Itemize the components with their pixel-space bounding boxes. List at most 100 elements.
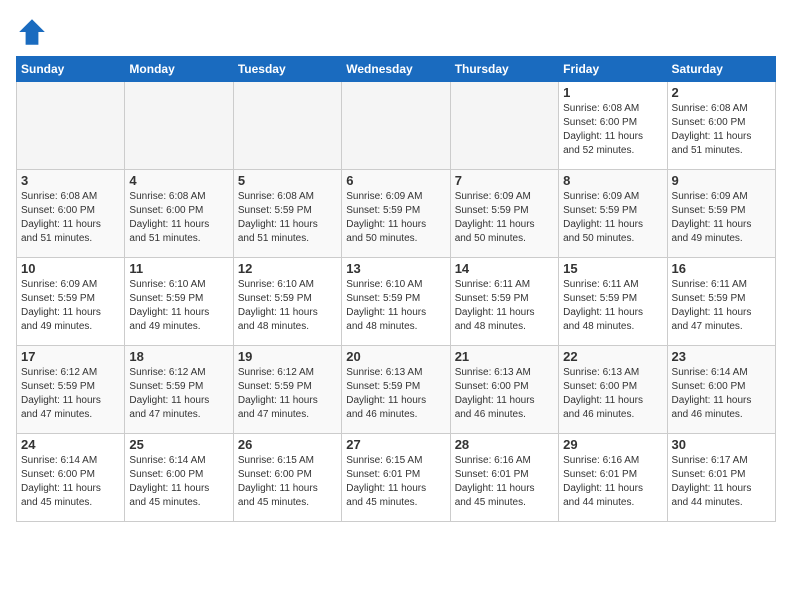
day-number: 26	[238, 437, 337, 452]
day-info: Sunrise: 6:15 AM Sunset: 6:00 PM Dayligh…	[238, 454, 337, 510]
day-info: Sunrise: 6:09 AM Sunset: 5:59 PM Dayligh…	[672, 190, 771, 246]
calendar-day	[125, 82, 233, 170]
day-number: 20	[346, 349, 445, 364]
calendar-day: 28 Sunrise: 6:16 AM Sunset: 6:01 PM Dayli…	[450, 434, 558, 522]
calendar-header-monday: Monday	[125, 57, 233, 82]
day-number: 23	[672, 349, 771, 364]
logo	[16, 16, 52, 48]
calendar-week-3: 10 Sunrise: 6:09 AM Sunset: 5:59 PM Dayli…	[17, 258, 776, 346]
calendar-header-sunday: Sunday	[17, 57, 125, 82]
calendar-day: 10 Sunrise: 6:09 AM Sunset: 5:59 PM Dayli…	[17, 258, 125, 346]
calendar-day: 24Sunrise: 6:14 AM Sunset: 6:00 PM Dayli…	[17, 434, 125, 522]
day-number: 2	[672, 85, 771, 100]
day-info: Sunrise: 6:15 AM Sunset: 6:01 PM Dayligh…	[346, 454, 445, 510]
day-info: Sunrise: 6:11 AM Sunset: 5:59 PM Dayligh…	[563, 278, 662, 334]
calendar-day: 30 Sunrise: 6:17 AM Sunset: 6:01 PM Dayli…	[667, 434, 775, 522]
calendar-week-5: 24Sunrise: 6:14 AM Sunset: 6:00 PM Dayli…	[17, 434, 776, 522]
day-number: 27	[346, 437, 445, 452]
calendar-header-thursday: Thursday	[450, 57, 558, 82]
calendar-day: 5 Sunrise: 6:08 AM Sunset: 5:59 PM Daylig…	[233, 170, 341, 258]
day-number: 17	[21, 349, 120, 364]
page-header	[16, 16, 776, 48]
day-number: 10	[21, 261, 120, 276]
calendar-header-saturday: Saturday	[667, 57, 775, 82]
calendar-day: 22 Sunrise: 6:13 AM Sunset: 6:00 PM Dayli…	[559, 346, 667, 434]
logo-icon	[16, 16, 48, 48]
calendar-day: 27 Sunrise: 6:15 AM Sunset: 6:01 PM Dayli…	[342, 434, 450, 522]
day-number: 25	[129, 437, 228, 452]
day-number: 1	[563, 85, 662, 100]
calendar-day: 21 Sunrise: 6:13 AM Sunset: 6:00 PM Dayli…	[450, 346, 558, 434]
calendar-day: 25Sunrise: 6:14 AM Sunset: 6:00 PM Dayli…	[125, 434, 233, 522]
calendar-day	[342, 82, 450, 170]
calendar-day: 19 Sunrise: 6:12 AM Sunset: 5:59 PM Dayli…	[233, 346, 341, 434]
calendar-day: 4Sunrise: 6:08 AM Sunset: 6:00 PM Daylig…	[125, 170, 233, 258]
day-number: 30	[672, 437, 771, 452]
day-info: Sunrise: 6:08 AM Sunset: 6:00 PM Dayligh…	[672, 102, 771, 158]
day-info: Sunrise: 6:09 AM Sunset: 5:59 PM Dayligh…	[346, 190, 445, 246]
day-info: Sunrise: 6:08 AM Sunset: 5:59 PM Dayligh…	[238, 190, 337, 246]
day-info: Sunrise: 6:10 AM Sunset: 5:59 PM Dayligh…	[346, 278, 445, 334]
calendar-day: 13Sunrise: 6:10 AM Sunset: 5:59 PM Dayli…	[342, 258, 450, 346]
day-info: Sunrise: 6:09 AM Sunset: 5:59 PM Dayligh…	[563, 190, 662, 246]
calendar-day: 1 Sunrise: 6:08 AM Sunset: 6:00 PM Daylig…	[559, 82, 667, 170]
day-info: Sunrise: 6:10 AM Sunset: 5:59 PM Dayligh…	[129, 278, 228, 334]
day-number: 29	[563, 437, 662, 452]
calendar-day: 23Sunrise: 6:14 AM Sunset: 6:00 PM Dayli…	[667, 346, 775, 434]
day-number: 8	[563, 173, 662, 188]
calendar-header-wednesday: Wednesday	[342, 57, 450, 82]
calendar-day: 18 Sunrise: 6:12 AM Sunset: 5:59 PM Dayli…	[125, 346, 233, 434]
calendar-day: 2 Sunrise: 6:08 AM Sunset: 6:00 PM Daylig…	[667, 82, 775, 170]
calendar-day: 6 Sunrise: 6:09 AM Sunset: 5:59 PM Daylig…	[342, 170, 450, 258]
day-number: 6	[346, 173, 445, 188]
day-info: Sunrise: 6:13 AM Sunset: 6:00 PM Dayligh…	[563, 366, 662, 422]
day-info: Sunrise: 6:08 AM Sunset: 6:00 PM Dayligh…	[563, 102, 662, 158]
calendar-day: 15 Sunrise: 6:11 AM Sunset: 5:59 PM Dayli…	[559, 258, 667, 346]
calendar-header-friday: Friday	[559, 57, 667, 82]
calendar-week-1: 1 Sunrise: 6:08 AM Sunset: 6:00 PM Daylig…	[17, 82, 776, 170]
day-number: 19	[238, 349, 337, 364]
calendar-day: 16 Sunrise: 6:11 AM Sunset: 5:59 PM Dayli…	[667, 258, 775, 346]
day-info: Sunrise: 6:11 AM Sunset: 5:59 PM Dayligh…	[672, 278, 771, 334]
day-number: 21	[455, 349, 554, 364]
calendar-day: 14 Sunrise: 6:11 AM Sunset: 5:59 PM Dayli…	[450, 258, 558, 346]
calendar-day: 26 Sunrise: 6:15 AM Sunset: 6:00 PM Dayli…	[233, 434, 341, 522]
day-number: 14	[455, 261, 554, 276]
day-number: 5	[238, 173, 337, 188]
day-number: 22	[563, 349, 662, 364]
day-info: Sunrise: 6:17 AM Sunset: 6:01 PM Dayligh…	[672, 454, 771, 510]
calendar-day: 9 Sunrise: 6:09 AM Sunset: 5:59 PM Daylig…	[667, 170, 775, 258]
day-number: 9	[672, 173, 771, 188]
day-info: Sunrise: 6:11 AM Sunset: 5:59 PM Dayligh…	[455, 278, 554, 334]
calendar-day: 17 Sunrise: 6:12 AM Sunset: 5:59 PM Dayli…	[17, 346, 125, 434]
day-info: Sunrise: 6:13 AM Sunset: 6:00 PM Dayligh…	[455, 366, 554, 422]
day-number: 3	[21, 173, 120, 188]
day-number: 28	[455, 437, 554, 452]
calendar-day: 8 Sunrise: 6:09 AM Sunset: 5:59 PM Daylig…	[559, 170, 667, 258]
calendar-day	[233, 82, 341, 170]
day-number: 4	[129, 173, 228, 188]
day-info: Sunrise: 6:16 AM Sunset: 6:01 PM Dayligh…	[455, 454, 554, 510]
day-number: 18	[129, 349, 228, 364]
day-info: Sunrise: 6:09 AM Sunset: 5:59 PM Dayligh…	[21, 278, 120, 334]
day-info: Sunrise: 6:09 AM Sunset: 5:59 PM Dayligh…	[455, 190, 554, 246]
calendar-table: SundayMondayTuesdayWednesdayThursdayFrid…	[16, 56, 776, 522]
calendar-day: 3Sunrise: 6:08 AM Sunset: 6:00 PM Daylig…	[17, 170, 125, 258]
calendar-day: 29Sunrise: 6:16 AM Sunset: 6:01 PM Dayli…	[559, 434, 667, 522]
day-info: Sunrise: 6:10 AM Sunset: 5:59 PM Dayligh…	[238, 278, 337, 334]
calendar-day: 11 Sunrise: 6:10 AM Sunset: 5:59 PM Dayli…	[125, 258, 233, 346]
calendar-header-row: SundayMondayTuesdayWednesdayThursdayFrid…	[17, 57, 776, 82]
day-number: 11	[129, 261, 228, 276]
day-info: Sunrise: 6:12 AM Sunset: 5:59 PM Dayligh…	[129, 366, 228, 422]
day-number: 12	[238, 261, 337, 276]
calendar-day: 20Sunrise: 6:13 AM Sunset: 5:59 PM Dayli…	[342, 346, 450, 434]
calendar-header-tuesday: Tuesday	[233, 57, 341, 82]
calendar-week-4: 17 Sunrise: 6:12 AM Sunset: 5:59 PM Dayli…	[17, 346, 776, 434]
day-number: 15	[563, 261, 662, 276]
calendar-day: 12 Sunrise: 6:10 AM Sunset: 5:59 PM Dayli…	[233, 258, 341, 346]
day-info: Sunrise: 6:12 AM Sunset: 5:59 PM Dayligh…	[21, 366, 120, 422]
day-number: 24	[21, 437, 120, 452]
day-number: 16	[672, 261, 771, 276]
day-info: Sunrise: 6:12 AM Sunset: 5:59 PM Dayligh…	[238, 366, 337, 422]
calendar-week-2: 3Sunrise: 6:08 AM Sunset: 6:00 PM Daylig…	[17, 170, 776, 258]
